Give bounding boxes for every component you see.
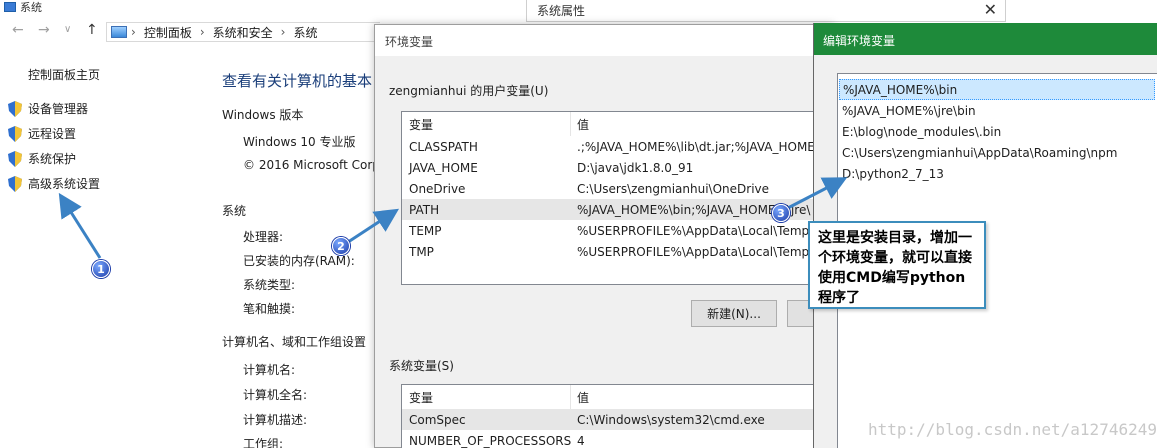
user-vars-list[interactable]: 变量 值 CLASSPATH .;%JAVA_HOME%\lib\dt.jar;… — [401, 111, 841, 285]
nav-remote-settings[interactable]: 远程设置 — [8, 125, 76, 142]
list-item[interactable]: D:\python2_7_13 — [839, 163, 1155, 184]
system-icon — [4, 2, 16, 12]
breadcrumb-control-panel[interactable]: 控制面板 — [144, 24, 192, 41]
page-title: 查看有关计算机的基本 — [222, 72, 373, 90]
breadcrumb[interactable]: › 控制面板 › 系统和安全 › 系统 — [106, 22, 380, 42]
table-row[interactable]: TMP %USERPROFILE%\AppData\Local\Temp — [402, 241, 840, 262]
shield-icon — [8, 175, 22, 192]
list-item[interactable]: %JAVA_HOME%\jre\bin — [839, 100, 1155, 121]
computer-section-heading: 计算机名、域和工作组设置 — [222, 335, 367, 349]
env-dialog-titlebar: 环境变量 — [375, 25, 833, 56]
breadcrumb-system[interactable]: 系统 — [293, 24, 317, 41]
annotation-callout: 这里是安装目录，增加一个环境变量，就可以直接使用CMD编写python程序了 — [808, 221, 986, 309]
processor-label: 处理器: — [243, 230, 284, 244]
table-row[interactable]: TEMP %USERPROFILE%\AppData\Local\Temp — [402, 220, 840, 241]
table-row-selected[interactable]: ComSpec C:\Windows\system32\cmd.exe — [402, 409, 840, 430]
windows-edition-value: Windows 10 专业版 — [243, 135, 356, 149]
edit-dialog-title: 编辑环境变量 — [823, 34, 896, 48]
nav-device-manager[interactable]: 设备管理器 — [8, 100, 88, 117]
col-variable-header[interactable]: 变量 — [409, 389, 433, 406]
var-name: TEMP — [409, 223, 442, 238]
environment-variables-dialog: 环境变量 zengmianhui 的用户变量(U) 变量 值 CLASSPATH… — [374, 24, 841, 448]
var-name: TMP — [409, 244, 434, 259]
var-name: NUMBER_OF_PROCESSORS — [409, 433, 572, 448]
table-row[interactable]: JAVA_HOME D:\java\jdk1.8.0_91 — [402, 157, 840, 178]
up-arrow-icon[interactable]: ↑ — [86, 22, 98, 38]
step-badge-3: 3 — [772, 204, 790, 222]
var-name: OneDrive — [409, 181, 466, 196]
list-item[interactable]: E:\blog\node_modules\.bin — [839, 121, 1155, 142]
edit-dialog-titlebar: 编辑环境变量 — [814, 23, 1157, 55]
back-arrow-icon[interactable]: ← — [12, 22, 24, 38]
breadcrumb-security[interactable]: 系统和安全 — [213, 24, 273, 41]
nav-advanced-settings[interactable]: 高级系统设置 — [8, 175, 100, 192]
list-item[interactable]: C:\Users\zengmianhui\AppData\Roaming\npm — [839, 142, 1155, 163]
var-value: C:\Users\zengmianhui\OneDrive — [577, 181, 770, 196]
new-button[interactable]: 新建(N)... — [691, 300, 777, 327]
windows-edition-heading: Windows 版本 — [222, 108, 304, 122]
computer-description-label: 计算机描述: — [243, 413, 308, 427]
user-vars-group-label: zengmianhui 的用户变量(U) — [389, 84, 549, 98]
var-value: 4 — [577, 433, 585, 448]
system-properties-window: 系统属性 ✕ — [526, 0, 1006, 22]
system-vars-list[interactable]: 变量 值 ComSpec C:\Windows\system32\cmd.exe… — [401, 384, 841, 448]
var-value: D:\java\jdk1.8.0_91 — [577, 160, 694, 175]
list-item-selected[interactable]: %JAVA_HOME%\bin — [839, 79, 1155, 100]
column-divider[interactable] — [570, 112, 571, 136]
var-value: C:\Windows\system32\cmd.exe — [577, 412, 765, 427]
recent-dropdown-icon[interactable]: ∨ — [64, 24, 71, 35]
var-name: JAVA_HOME — [409, 160, 478, 175]
breadcrumb-sep-icon: › — [131, 25, 136, 39]
control-panel-home-link[interactable]: 控制面板主页 — [28, 66, 100, 83]
system-vars-header: 变量 值 — [402, 385, 840, 409]
shield-icon — [8, 100, 22, 117]
watermark-text: http://blog.csdn.net/a1274624994 — [868, 420, 1157, 439]
col-value-header[interactable]: 值 — [577, 116, 589, 133]
var-value: %USERPROFILE%\AppData\Local\Temp — [577, 244, 810, 259]
step-badge-1: 1 — [92, 260, 110, 278]
env-dialog-title: 环境变量 — [385, 35, 434, 49]
col-value-header[interactable]: 值 — [577, 389, 589, 406]
table-row[interactable]: NUMBER_OF_PROCESSORS 4 — [402, 430, 840, 448]
system-window-title: 系统 — [4, 0, 42, 14]
table-row[interactable]: CLASSPATH .;%JAVA_HOME%\lib\dt.jar;%JAVA… — [402, 136, 840, 157]
breadcrumb-sep-icon: › — [280, 25, 286, 39]
workgroup-label: 工作组: — [243, 437, 284, 448]
var-name: ComSpec — [409, 412, 466, 427]
system-window-title-text: 系统 — [20, 1, 42, 14]
user-vars-header: 变量 值 — [402, 112, 840, 136]
column-divider[interactable] — [570, 385, 571, 409]
nav-advanced-settings-label: 高级系统设置 — [28, 177, 101, 191]
system-vars-group-label: 系统变量(S) — [389, 359, 454, 373]
nav-system-protection[interactable]: 系统保护 — [8, 150, 76, 167]
computer-full-name-label: 计算机全名: — [243, 388, 308, 402]
step-badge-2: 2 — [332, 237, 350, 255]
table-row[interactable]: OneDrive C:\Users\zengmianhui\OneDrive — [402, 178, 840, 199]
copyright-text: © 2016 Microsoft Corp — [243, 158, 380, 172]
col-variable-header[interactable]: 变量 — [409, 116, 433, 133]
breadcrumb-sep-icon: › — [199, 25, 205, 39]
computer-name-label: 计算机名: — [243, 363, 296, 377]
nav-device-manager-label: 设备管理器 — [28, 102, 89, 116]
var-value: .;%JAVA_HOME%\lib\dt.jar;%JAVA_HOME — [577, 139, 815, 154]
system-type-label: 系统类型: — [243, 278, 296, 292]
system-section-heading: 系统 — [222, 204, 247, 218]
nav-system-protection-label: 系统保护 — [28, 152, 77, 166]
system-properties-title: 系统属性 — [537, 4, 586, 18]
shield-icon — [8, 125, 22, 142]
close-icon[interactable]: ✕ — [984, 0, 997, 19]
var-name: PATH — [409, 202, 440, 217]
control-panel-icon — [111, 26, 127, 38]
shield-icon — [8, 150, 22, 167]
forward-arrow-icon[interactable]: → — [38, 22, 50, 38]
var-value: %USERPROFILE%\AppData\Local\Temp — [577, 223, 810, 238]
var-name: CLASSPATH — [409, 139, 478, 154]
nav-remote-settings-label: 远程设置 — [28, 127, 77, 141]
pen-touch-label: 笔和触摸: — [243, 302, 296, 316]
